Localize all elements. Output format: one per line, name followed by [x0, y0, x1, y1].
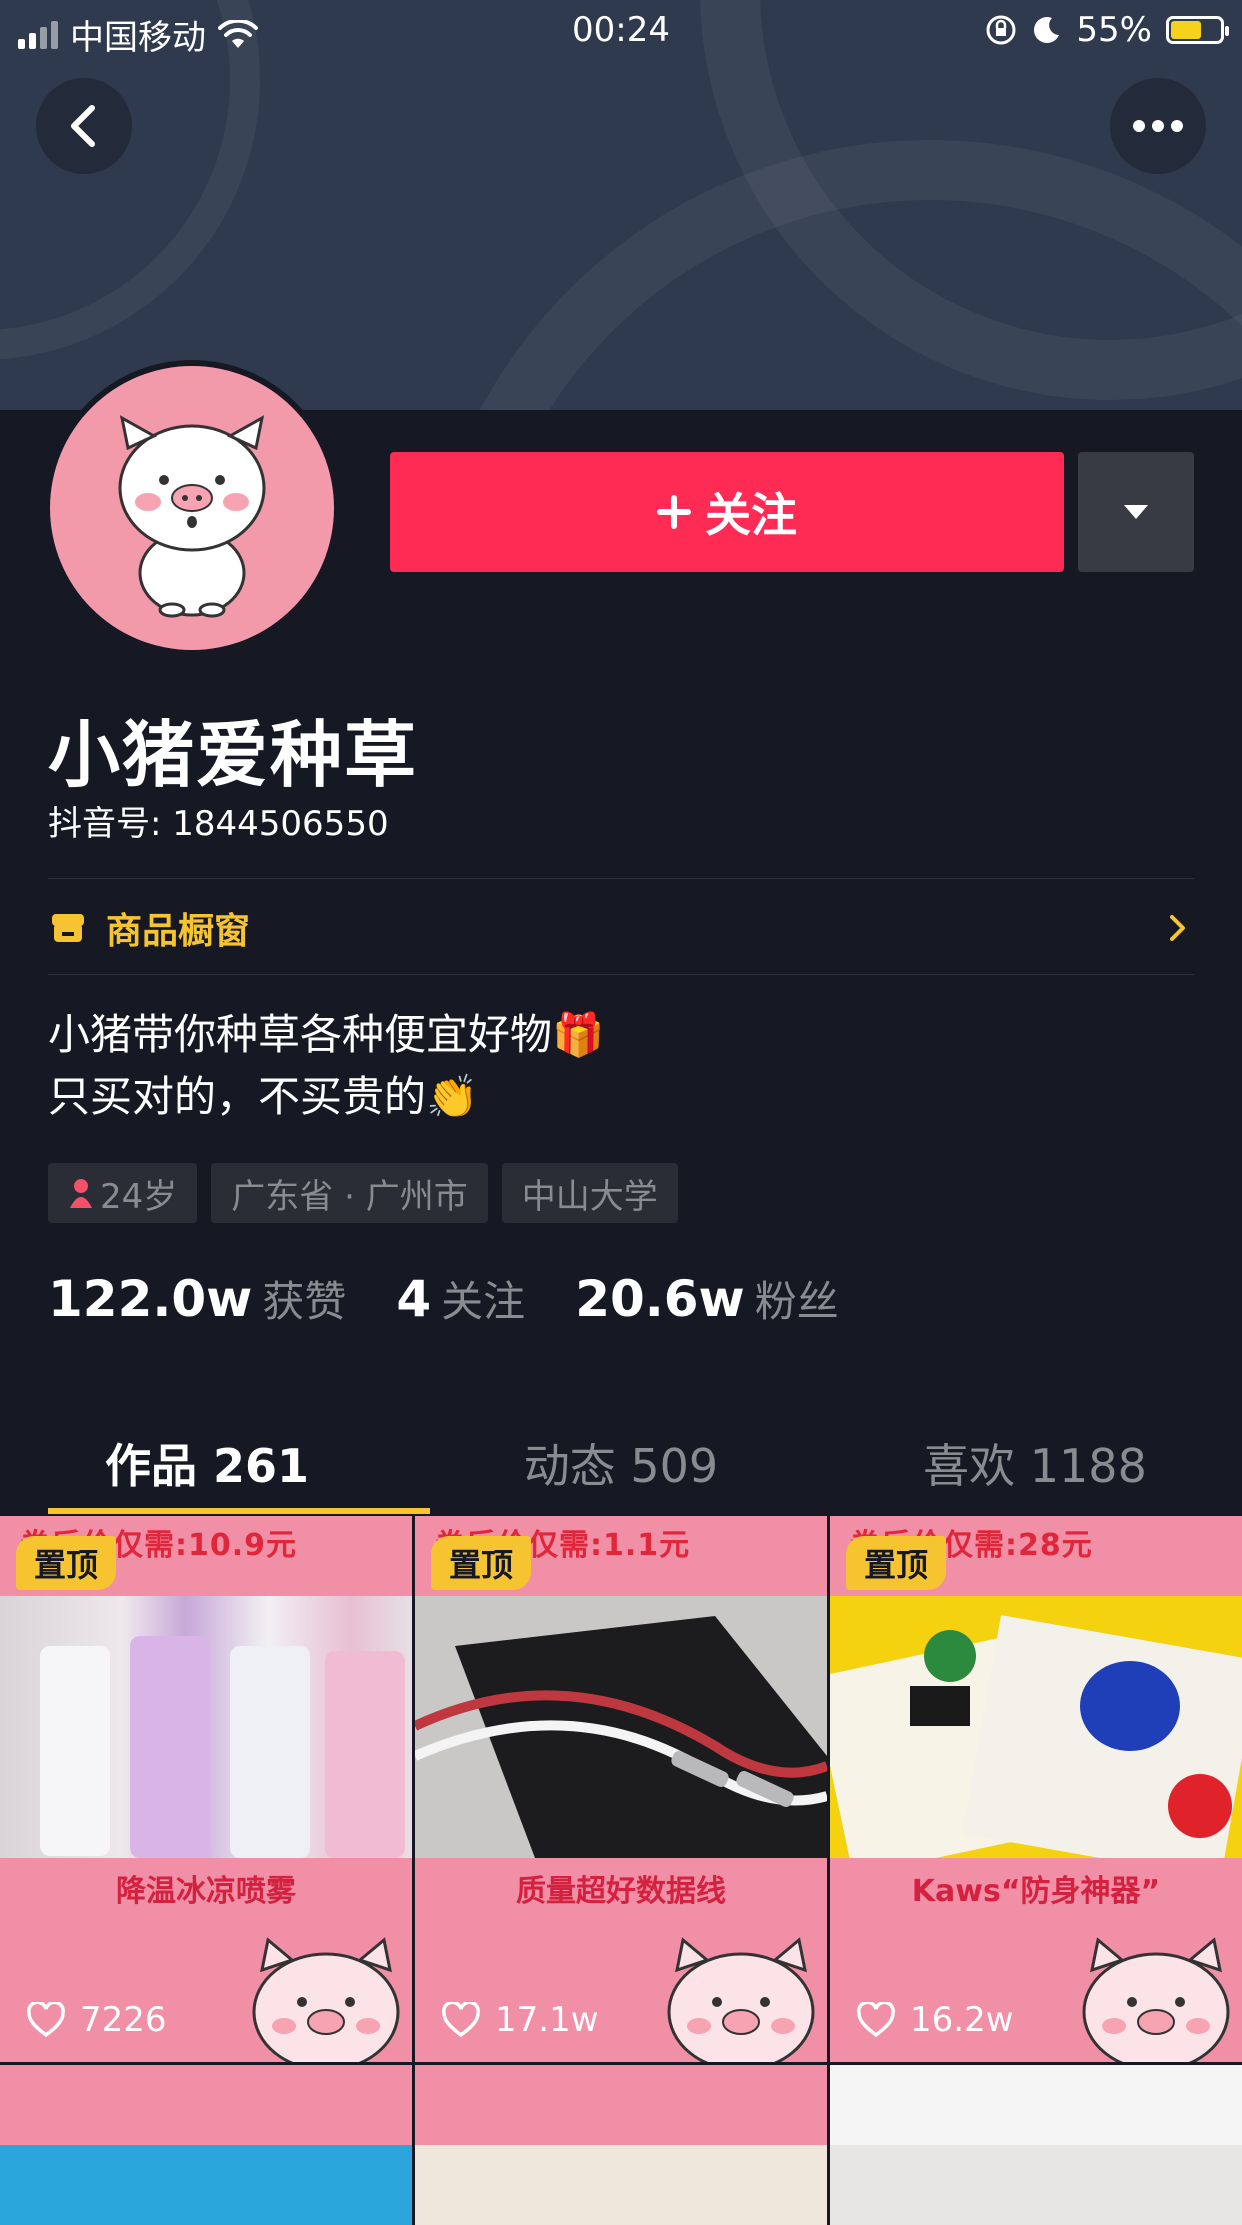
profile-tags: 24岁 广东省 · 广州市 中山大学 — [48, 1163, 678, 1223]
like-count-value: 17.1w — [495, 2000, 599, 2040]
heart-icon — [857, 2002, 895, 2038]
video-thumbnail — [0, 1596, 412, 1858]
pig-sticker-icon — [252, 1937, 400, 2062]
profile-name: 小猪爱种草 — [48, 713, 419, 797]
profile-stats: 122.0w 获赞 4 关注 20.6w 粉丝 — [48, 1268, 889, 1329]
pig-sticker-icon — [667, 1937, 815, 2062]
video-caption: 降温冰凉喷雾 — [116, 1874, 296, 1909]
following-label[interactable]: 关注 — [441, 1268, 525, 1329]
video-card[interactable] — [0, 2065, 412, 2225]
video-thumbnail — [415, 2145, 827, 2225]
follow-label: 关注 — [705, 488, 797, 542]
like-count: 7226 — [26, 2000, 167, 2040]
heart-icon — [442, 2002, 480, 2038]
video-card[interactable] — [415, 2065, 827, 2225]
like-count: 17.1w — [441, 2000, 599, 2040]
douyin-id: 抖音号: 1844506550 — [48, 804, 389, 844]
likes-count: 122.0w — [48, 1270, 253, 1328]
more-button[interactable] — [1110, 78, 1206, 174]
avatar[interactable] — [44, 360, 340, 656]
caret-down-icon — [1124, 505, 1148, 519]
video-card[interactable] — [830, 2065, 1242, 2225]
more-icon — [1133, 120, 1183, 132]
follow-button[interactable]: 关注 — [390, 452, 1064, 572]
chevron-left-icon — [71, 105, 95, 147]
shop-icon — [52, 914, 84, 942]
heart-icon — [27, 2002, 65, 2038]
divider — [48, 974, 1194, 975]
video-card[interactable]: 券后价仅需:28元 置顶 Kaws“防身神器” 16.2w — [830, 1516, 1242, 2062]
tab-likes[interactable]: 喜欢 1188 — [828, 1410, 1242, 1510]
followers-label[interactable]: 粉丝 — [755, 1268, 839, 1329]
video-card[interactable]: 券后价仅需:10.9元 置顶 降温冰凉喷雾 7226 — [0, 1516, 412, 2062]
pinned-badge: 置顶 — [846, 1536, 947, 1590]
video-caption: Kaws“防身神器” — [911, 1874, 1161, 1909]
tab-activity[interactable]: 动态 509 — [414, 1410, 828, 1510]
plus-icon — [657, 495, 691, 529]
bio: 小猪带你种草各种便宜好物🎁 只买对的，不买贵的👏 — [48, 1004, 604, 1128]
active-tab-indicator — [48, 1508, 430, 1514]
following-count[interactable]: 4 — [396, 1270, 431, 1328]
battery-icon — [1166, 16, 1229, 44]
pig-sticker-icon — [1082, 1937, 1230, 2062]
age-label: 24岁 — [100, 1176, 178, 1217]
video-thumbnail — [830, 2145, 1242, 2225]
bio-line: 小猪带你种草各种便宜好物🎁 — [48, 1010, 605, 1059]
shop-label: 商品橱窗 — [106, 911, 251, 952]
likes-label: 获赞 — [262, 1277, 347, 1326]
female-icon — [70, 1179, 92, 1208]
recommend-dropdown-button[interactable] — [1078, 452, 1194, 572]
like-count-value: 7226 — [80, 2000, 167, 2040]
tab-works[interactable]: 作品 261 — [0, 1410, 414, 1510]
location-tag: 广东省 · 广州市 — [211, 1163, 488, 1223]
divider — [48, 878, 1194, 879]
content-tabs: 作品 261 动态 509 喜欢 1188 — [0, 1410, 1242, 1510]
video-caption: 质量超好数据线 — [516, 1874, 726, 1909]
video-card[interactable]: 券后价仅需:1.1元 置顶 质量超好数据线 17.1w — [415, 1516, 827, 2062]
bio-line: 只买对的，不买贵的👏 — [48, 1072, 479, 1121]
back-button[interactable] — [36, 78, 132, 174]
age-tag: 24岁 — [48, 1163, 198, 1223]
like-count-value: 16.2w — [910, 2000, 1014, 2040]
followers-count[interactable]: 20.6w — [575, 1270, 745, 1328]
location-label: 广东省 · 广州市 — [231, 1176, 468, 1217]
pig-avatar-icon — [118, 415, 266, 618]
school-label: 中山大学 — [521, 1176, 658, 1217]
video-thumbnail — [415, 1596, 827, 1858]
status-bar: 中国移动 00:24 55% — [0, 0, 1242, 62]
video-grid: 券后价仅需:10.9元 置顶 降温冰凉喷雾 7226 券后价仅需:1.1元 置顶… — [0, 1516, 1242, 2225]
school-tag: 中山大学 — [501, 1163, 678, 1223]
like-count: 16.2w — [856, 2000, 1014, 2040]
pinned-badge: 置顶 — [431, 1536, 532, 1590]
video-thumbnail — [830, 1596, 1242, 1880]
moon-icon — [1034, 17, 1060, 43]
rotation-lock-icon — [986, 15, 1016, 45]
battery-percent: 55% — [1076, 10, 1152, 50]
pinned-badge: 置顶 — [16, 1536, 117, 1590]
shop-window-link[interactable]: 商品橱窗 — [48, 880, 1194, 976]
chevron-right-icon — [1170, 915, 1185, 941]
video-thumbnail — [0, 2145, 412, 2225]
